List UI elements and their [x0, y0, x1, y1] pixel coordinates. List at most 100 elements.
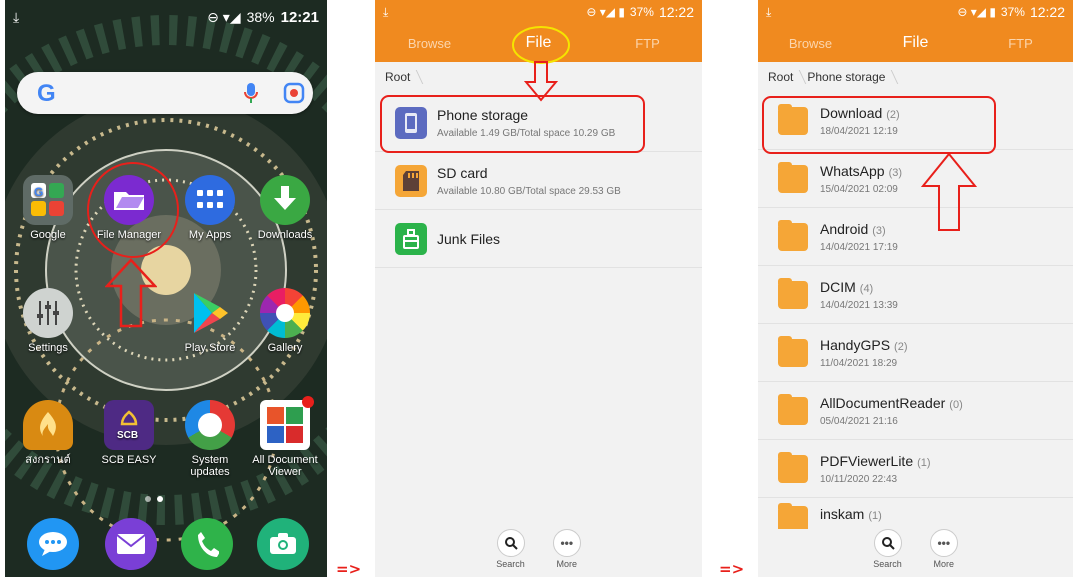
folder-count: (0) [949, 398, 963, 411]
tab-ftp[interactable]: FTP [593, 24, 702, 62]
app-settings[interactable]: Settings [13, 288, 83, 354]
folder-row[interactable]: PDFViewerLite (1) 10/11/2020 22:43 [758, 440, 1073, 498]
tab-browse[interactable]: Browse [758, 24, 863, 62]
google-logo: G [37, 80, 56, 107]
app-my-apps[interactable]: My Apps [175, 175, 245, 241]
app-system-updates[interactable]: System updates [175, 400, 245, 478]
folder-list: Download (2) 18/04/2021 12:19 WhatsApp (3) 1… [758, 92, 1073, 538]
list-item-sd-card[interactable]: SD card Available 10.80 GB/Total space 2… [375, 152, 702, 210]
status-icons: ⊖ ▾◢ ▮ [586, 5, 625, 19]
folder-date: 10/11/2020 22:43 [820, 473, 898, 485]
app-gallery[interactable]: Gallery [250, 288, 320, 354]
folder-name: WhatsApp [820, 162, 885, 179]
breadcrumb-root[interactable]: Root [768, 70, 805, 84]
download-icon [260, 175, 310, 225]
phone-storage-icon [395, 106, 427, 139]
folder-date: 05/04/2021 21:16 [820, 415, 898, 427]
app-label: Google [30, 229, 66, 241]
app-festival[interactable]: สงกรานต์ [13, 400, 83, 466]
app-file-manager[interactable]: File Manager [94, 175, 164, 241]
folder-count: (3) [888, 166, 903, 179]
status-icons: ⊖ ▾◢ ▮ [957, 5, 996, 19]
festival-icon [23, 400, 73, 450]
battery-level: 37% [1000, 5, 1025, 19]
folder-count: (2) [886, 108, 900, 121]
list-item-phone-storage[interactable]: Phone storage Available 1.49 GB/Total sp… [375, 94, 702, 152]
folder-count: (3) [872, 224, 886, 237]
item-subtitle: Available 1.49 GB/Total space 10.29 GB [437, 127, 616, 139]
search-label: Search [873, 559, 902, 569]
tab-browse[interactable]: Browse [375, 24, 484, 62]
more-icon: ••• [552, 529, 581, 557]
folder-row[interactable]: DCIM (4) 14/04/2021 13:39 [758, 266, 1073, 324]
google-search-bar[interactable]: G [17, 72, 313, 114]
tab-file[interactable]: File [484, 24, 593, 62]
phone-icon[interactable] [181, 518, 233, 570]
update-icon [185, 400, 235, 450]
page-indicator [145, 496, 163, 502]
app-downloads[interactable]: Downloads [250, 175, 320, 241]
messages-icon[interactable] [27, 518, 79, 570]
folder-icon [778, 451, 808, 483]
app-label: SCB EASY [101, 454, 157, 466]
document-viewer-icon [260, 396, 314, 450]
camera-icon[interactable] [257, 518, 309, 570]
folder-date: 14/04/2021 17:19 [820, 241, 898, 253]
app-scb-easy[interactable]: SCB SCB EASY [94, 400, 164, 466]
breadcrumb-root[interactable]: Root [385, 70, 422, 84]
home-screen: ⤓ ⊖ ▾◢ 38% 12:21 G G Google File Manager [5, 0, 327, 577]
bottom-action-bar: Search ••• More [758, 529, 1073, 577]
folder-name: Android [820, 220, 869, 237]
tab-bar: Browse File FTP [758, 24, 1073, 62]
app-all-document-viewer[interactable]: All Document Viewer [250, 396, 320, 478]
search-button[interactable]: Search [496, 529, 525, 577]
app-label: All Document Viewer [252, 454, 318, 478]
file-manager-root: ⤓ ⊖ ▾◢ ▮ 37% 12:22 Browse File FTP Root … [375, 0, 702, 577]
status-icons: ⊖ ▾◢ [207, 8, 241, 25]
more-button[interactable]: ••• More [929, 529, 958, 577]
app-google[interactable]: G Google [13, 175, 83, 241]
status-bar: ⤓ ⊖ ▾◢ ▮ 37% 12:22 [758, 0, 1073, 24]
item-title: SD card [437, 164, 488, 181]
folder-name: AllDocumentReader [820, 394, 946, 411]
app-label: สงกรานต์ [25, 454, 71, 466]
tab-ftp[interactable]: FTP [968, 24, 1073, 62]
app-play-store[interactable]: Play Store [175, 288, 245, 354]
folder-icon [778, 103, 808, 135]
lens-icon[interactable] [283, 82, 305, 104]
search-icon [496, 529, 525, 557]
scb-icon: SCB [104, 400, 154, 450]
folder-name: Download [820, 104, 883, 121]
mic-icon[interactable] [243, 82, 259, 104]
clock: 12:22 [1029, 4, 1065, 20]
status-bar: ⤓ ⊖ ▾◢ ▮ 37% 12:22 [375, 0, 702, 24]
folder-date: 18/04/2021 12:19 [820, 125, 898, 137]
folder-row[interactable]: AllDocumentReader (0) 05/04/2021 21:16 [758, 382, 1073, 440]
folder-row[interactable]: Download (2) 18/04/2021 12:19 [758, 92, 1073, 150]
sd-card-icon [395, 164, 427, 197]
folder-row[interactable]: WhatsApp (3) 15/04/2021 02:09 [758, 150, 1073, 208]
folder-date: 11/04/2021 18:29 [820, 357, 898, 369]
email-icon[interactable] [105, 518, 157, 570]
clock: 12:21 [280, 8, 319, 26]
folder-name: HandyGPS [820, 336, 891, 353]
battery-level: 37% [629, 5, 654, 19]
svg-text:G: G [34, 185, 43, 199]
app-label: My Apps [188, 229, 232, 241]
app-label: System updates [190, 454, 230, 478]
clock: 12:22 [658, 4, 694, 20]
search-button[interactable]: Search [873, 529, 902, 577]
folder-row[interactable]: Android (3) 14/04/2021 17:19 [758, 208, 1073, 266]
more-button[interactable]: ••• More [552, 529, 581, 577]
settings-icon [23, 288, 73, 338]
breadcrumb: Root [375, 62, 702, 92]
breadcrumb-phone-storage[interactable]: Phone storage [807, 70, 897, 84]
folder-row[interactable]: HandyGPS (2) 11/04/2021 18:29 [758, 324, 1073, 382]
tab-file[interactable]: File [863, 24, 968, 62]
svg-text:SCB: SCB [117, 430, 138, 441]
folder-icon [778, 219, 808, 251]
list-item-junk-files[interactable]: Junk Files [375, 210, 702, 268]
folder-count: (2) [894, 340, 908, 353]
breadcrumb: Root Phone storage [758, 62, 1073, 92]
search-icon [873, 529, 902, 557]
